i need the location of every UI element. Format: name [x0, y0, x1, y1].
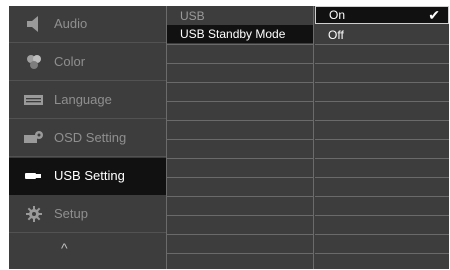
submenu-item-usb-standby-mode[interactable]: USB Standby Mode	[167, 25, 313, 43]
menu-item-label: Color	[54, 54, 86, 69]
option-on[interactable]: On ✔	[315, 6, 449, 24]
scroll-up-button[interactable]: ^	[9, 234, 166, 269]
menu-item-label: OSD Setting	[54, 130, 127, 145]
chevron-up-icon: ^	[61, 240, 68, 256]
menu-item-audio[interactable]: Audio	[9, 6, 166, 43]
option-label: On	[329, 8, 346, 22]
option-label: Off	[328, 28, 344, 42]
menu-item-color[interactable]: Color	[9, 44, 166, 81]
menu-item-usb-setting[interactable]: USB Setting	[9, 158, 166, 195]
main-menu: Audio Color Language OSD Setting USB Set…	[9, 6, 166, 269]
usb-icon	[25, 173, 41, 179]
speaker-icon	[27, 16, 38, 32]
color-circles-icon	[27, 55, 41, 69]
menu-item-label: USB Setting	[54, 168, 125, 183]
submenu-title: USB	[180, 9, 205, 23]
menu-item-label: Language	[54, 92, 112, 107]
column-divider	[313, 6, 314, 269]
menu-item-osd-setting[interactable]: OSD Setting	[9, 120, 166, 157]
osd-panel: Audio Color Language OSD Setting USB Set…	[9, 6, 449, 269]
language-txt-icon	[24, 95, 43, 105]
menu-item-setup[interactable]: Setup	[9, 196, 166, 233]
menu-item-label: Audio	[54, 16, 88, 31]
submenu-header: USB	[167, 7, 313, 25]
gear-icon	[26, 206, 42, 222]
checkmark-icon: ✔	[428, 7, 440, 23]
option-off[interactable]: Off	[315, 26, 449, 44]
submenu-column: USB USB Standby Mode	[167, 6, 313, 269]
menu-item-label: Setup	[54, 206, 88, 221]
osd-setting-icon	[24, 131, 43, 143]
submenu-item-label: USB Standby Mode	[180, 27, 286, 41]
options-column: On ✔ Off	[315, 6, 449, 269]
menu-item-language[interactable]: Language	[9, 82, 166, 119]
